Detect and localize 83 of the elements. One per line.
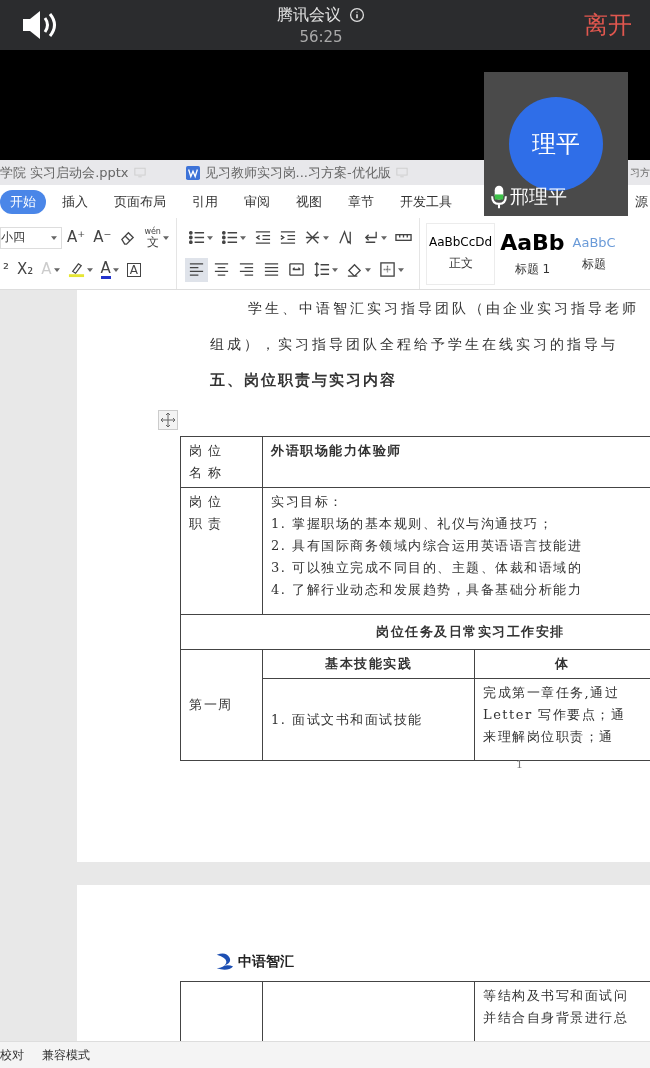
paragraph-line: 组成），实习指导团队全程给予学生在线实习的指导与: [209, 335, 619, 354]
grow-tool[interactable]: A⁺: [64, 225, 89, 250]
caret-icon: [364, 267, 371, 272]
menu-tab[interactable]: 开发工具: [390, 189, 462, 214]
document-tab[interactable]: 学院 实习启动会.pptx: [0, 163, 129, 182]
table-move-handle-icon[interactable]: [158, 410, 178, 430]
table-cell: 1. 面试文书和面试技能: [271, 711, 423, 727]
style-preset[interactable]: AaBbC 标题: [569, 222, 619, 285]
menu-tab[interactable]: 插入: [52, 189, 98, 214]
cell-line: Letter 写作要点；通: [483, 706, 627, 724]
bullets-icon: [187, 229, 205, 246]
font-size-dropdown[interactable]: 小四: [0, 226, 62, 249]
color-tool[interactable]: A: [97, 257, 122, 282]
table-heading: 岗位任务及日常实习工作安排: [375, 624, 565, 639]
cell-line: 完成第一章任务,通过: [483, 684, 621, 702]
justify-icon: [262, 261, 280, 278]
status-bar-item[interactable]: 校对: [0, 1046, 34, 1064]
caret-icon: [51, 235, 57, 240]
menu-tab[interactable]: 引用: [182, 189, 228, 214]
center-icon: [212, 261, 230, 278]
cell-line: 并结合自身背景进行总: [483, 1009, 629, 1027]
menu-tab[interactable]: 源: [633, 189, 650, 214]
speaker-icon[interactable]: [20, 10, 58, 40]
menu-tab[interactable]: 章节: [338, 189, 384, 214]
highlighter-icon: [67, 261, 85, 278]
document-icon: [185, 165, 200, 180]
caret-icon: [86, 267, 93, 272]
table-cell: 第一周: [189, 697, 233, 712]
caret-icon: [322, 235, 329, 240]
page-number: 1: [516, 758, 523, 771]
menu-tab[interactable]: 视图: [286, 189, 332, 214]
caret-icon: [206, 235, 213, 240]
menu-tab[interactable]: 审阅: [234, 189, 280, 214]
logo-text: 中语智汇: [238, 953, 294, 971]
cell-line: 来理解岗位职责；通: [483, 728, 615, 746]
caret-icon: [397, 267, 404, 272]
document-tab[interactable]: 见习教师实习岗...习方案-优化版: [204, 163, 391, 182]
column-header: 基本技能实践: [325, 656, 412, 671]
numbering-icon: [220, 229, 238, 246]
info-icon[interactable]: [349, 7, 365, 23]
table-cell-text: 岗位职责: [189, 493, 228, 533]
caret-icon: [162, 235, 169, 240]
indent-icon: [278, 229, 296, 246]
eraser-icon: [119, 229, 137, 246]
caret-icon: [239, 235, 246, 240]
section-heading: 五、岗位职责与实习内容: [209, 370, 398, 391]
cell-line: 等结构及书写和面试问: [483, 987, 629, 1005]
caret-icon: [331, 267, 338, 272]
distribute-icon: [287, 261, 305, 278]
status-bar-item[interactable]: 兼容模式: [34, 1046, 100, 1064]
style-preset[interactable]: AaBbCcDd 正文: [425, 222, 496, 285]
caret-icon: [53, 267, 60, 272]
outdent-icon: [253, 229, 271, 246]
borders-icon: [378, 261, 396, 278]
list-line: 实习目标：: [271, 493, 345, 511]
menu-tab[interactable]: 开始: [0, 189, 46, 214]
subscript-tool[interactable]: X₂: [14, 257, 37, 282]
list-line: 3. 可以独立完成不同目的、主题、体裁和语域的: [271, 559, 584, 577]
list-line: 1. 掌握职场的基本规则、礼仪与沟通技巧；: [271, 515, 555, 533]
spacing-icon: [312, 261, 330, 278]
caret-icon: [112, 267, 119, 272]
table-cell-text: 岗位名称: [189, 442, 228, 482]
meeting-timer: 56:25: [299, 27, 343, 46]
pinyin-tool[interactable]: wén 文: [141, 225, 172, 250]
right-icon: [237, 261, 255, 278]
microphone-icon: [490, 185, 508, 209]
column-header: 体: [555, 656, 570, 671]
shading-icon: [345, 261, 363, 278]
meeting-title: 腾讯会议: [277, 4, 341, 26]
caret-icon: [380, 235, 387, 240]
list-line: 2. 具有国际商务领域内综合运用英语语言技能进: [271, 537, 584, 555]
superscript-tool[interactable]: ²: [0, 257, 12, 282]
style-preset[interactable]: AaBb 标题 1: [497, 222, 568, 285]
leave-button[interactable]: 离开: [584, 9, 632, 41]
border-tool[interactable]: A: [123, 257, 145, 282]
left-tool[interactable]: [184, 257, 208, 282]
shrink-tool[interactable]: A⁻: [90, 225, 115, 250]
paragraph-line: 学生、中语智汇实习指导团队（由企业实习指导老师: [247, 299, 640, 318]
list-line: 4. 了解行业动态和发展趋势，具备基础分析能力: [271, 581, 584, 599]
menu-tab[interactable]: 页面布局: [104, 189, 176, 214]
table-cell: 外语职场能力体验师: [271, 443, 402, 458]
document-tab[interactable]: 习方: [630, 165, 650, 180]
left-icon: [187, 261, 205, 278]
